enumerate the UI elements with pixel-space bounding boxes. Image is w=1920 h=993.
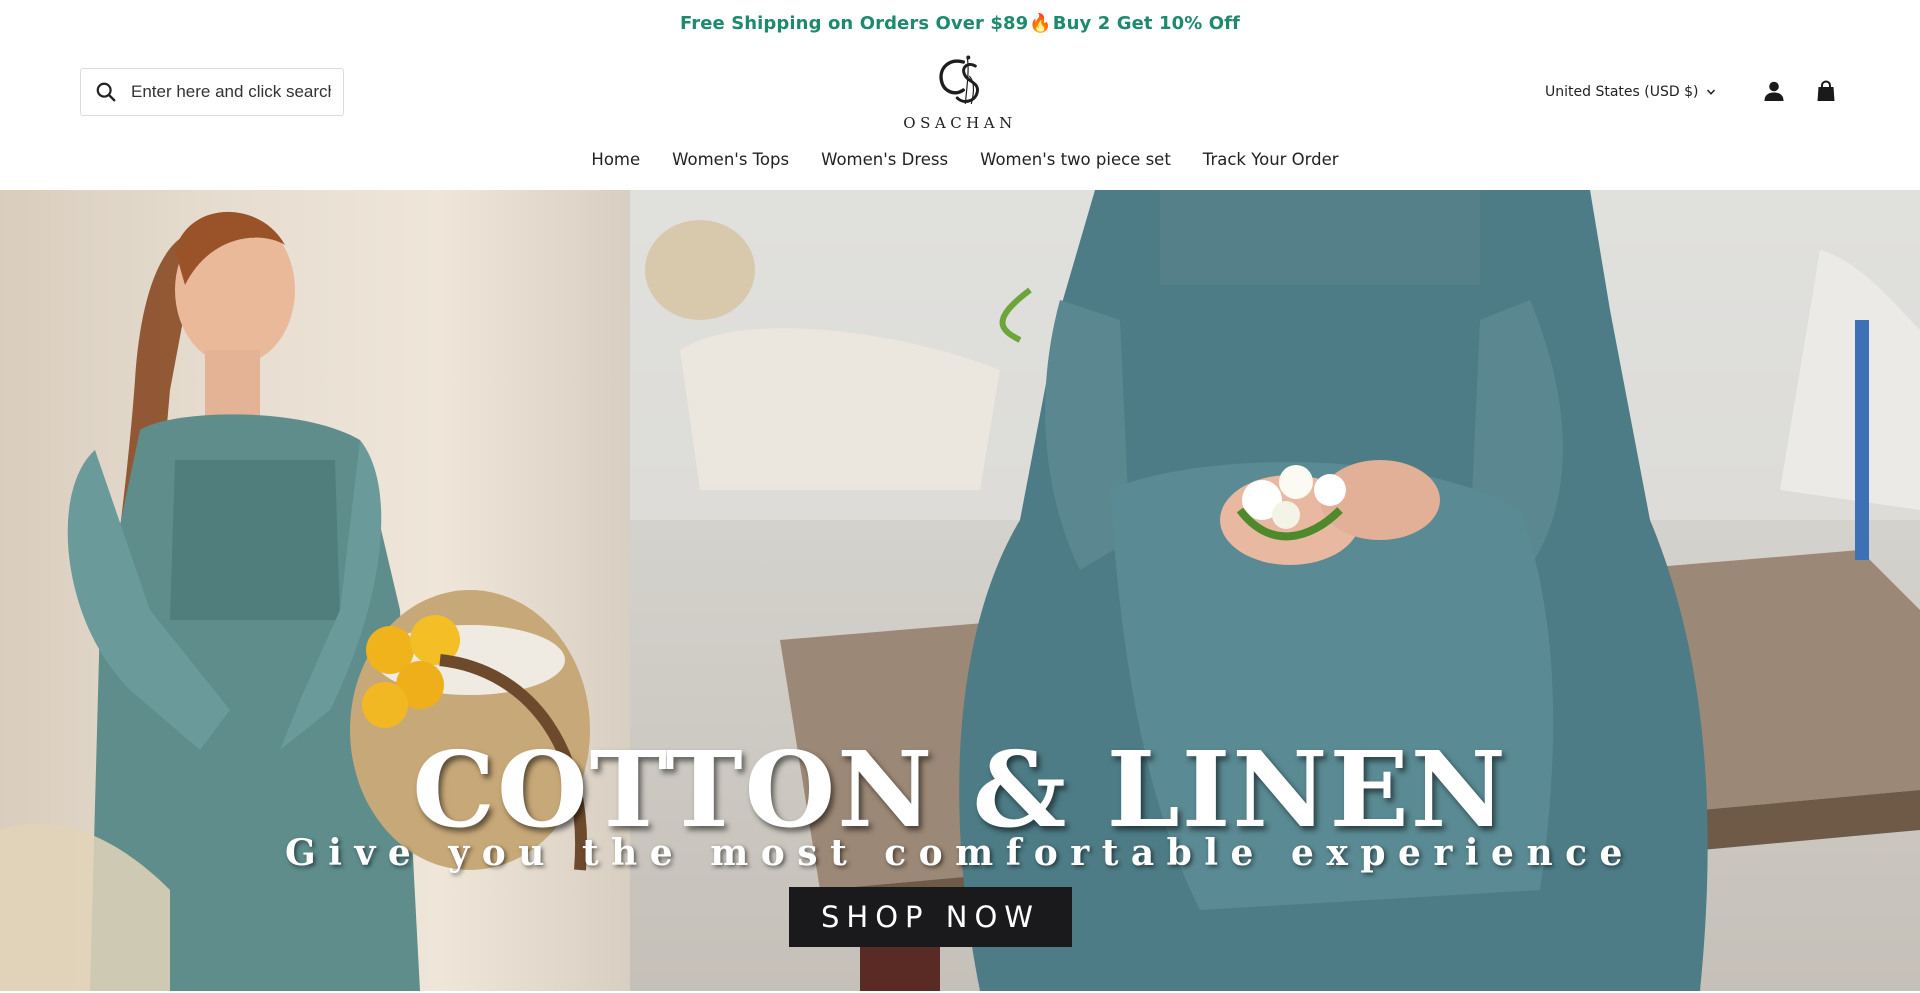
- nav-item-womens-two-piece-set[interactable]: Women's two piece set: [980, 150, 1171, 169]
- nav-item-track-your-order[interactable]: Track Your Order: [1203, 150, 1339, 169]
- shop-now-button[interactable]: SHOP NOW: [789, 887, 1072, 947]
- site-header: OSACHAN United States (USD $): [0, 46, 1920, 134]
- nav-item-womens-tops[interactable]: Women's Tops: [672, 150, 789, 169]
- account-icon[interactable]: [1763, 80, 1785, 102]
- search-box[interactable]: [80, 68, 344, 116]
- cart-icon[interactable]: [1815, 80, 1837, 102]
- flame-icon: 🔥: [1029, 12, 1052, 34]
- announcement-bar: Free Shipping on Orders Over $89 🔥 Buy 2…: [0, 0, 1920, 46]
- brand-logo[interactable]: OSACHAN: [903, 54, 1016, 132]
- announcement-text-promo: Buy 2 Get 10% Off: [1052, 12, 1240, 34]
- search-icon[interactable]: [95, 81, 117, 103]
- nav-item-womens-dress[interactable]: Women's Dress: [821, 150, 948, 169]
- currency-label: United States (USD $): [1545, 84, 1699, 100]
- logo-wordmark: OSACHAN: [903, 114, 1017, 132]
- logo-monogram-icon: [939, 55, 979, 105]
- chevron-down-icon: [1707, 89, 1716, 95]
- currency-selector[interactable]: United States (USD $): [1545, 84, 1716, 100]
- main-nav: Home Women's Tops Women's Dress Women's …: [0, 134, 1920, 190]
- search-input[interactable]: [131, 82, 331, 102]
- hero-banner[interactable]: COTTON & LINEN Give you the most comfort…: [0, 190, 1920, 991]
- nav-item-home[interactable]: Home: [591, 150, 640, 169]
- announcement-text-shipping: Free Shipping on Orders Over $89: [679, 12, 1029, 34]
- hero-subtitle: Give you the most comfortable experience: [285, 832, 1635, 874]
